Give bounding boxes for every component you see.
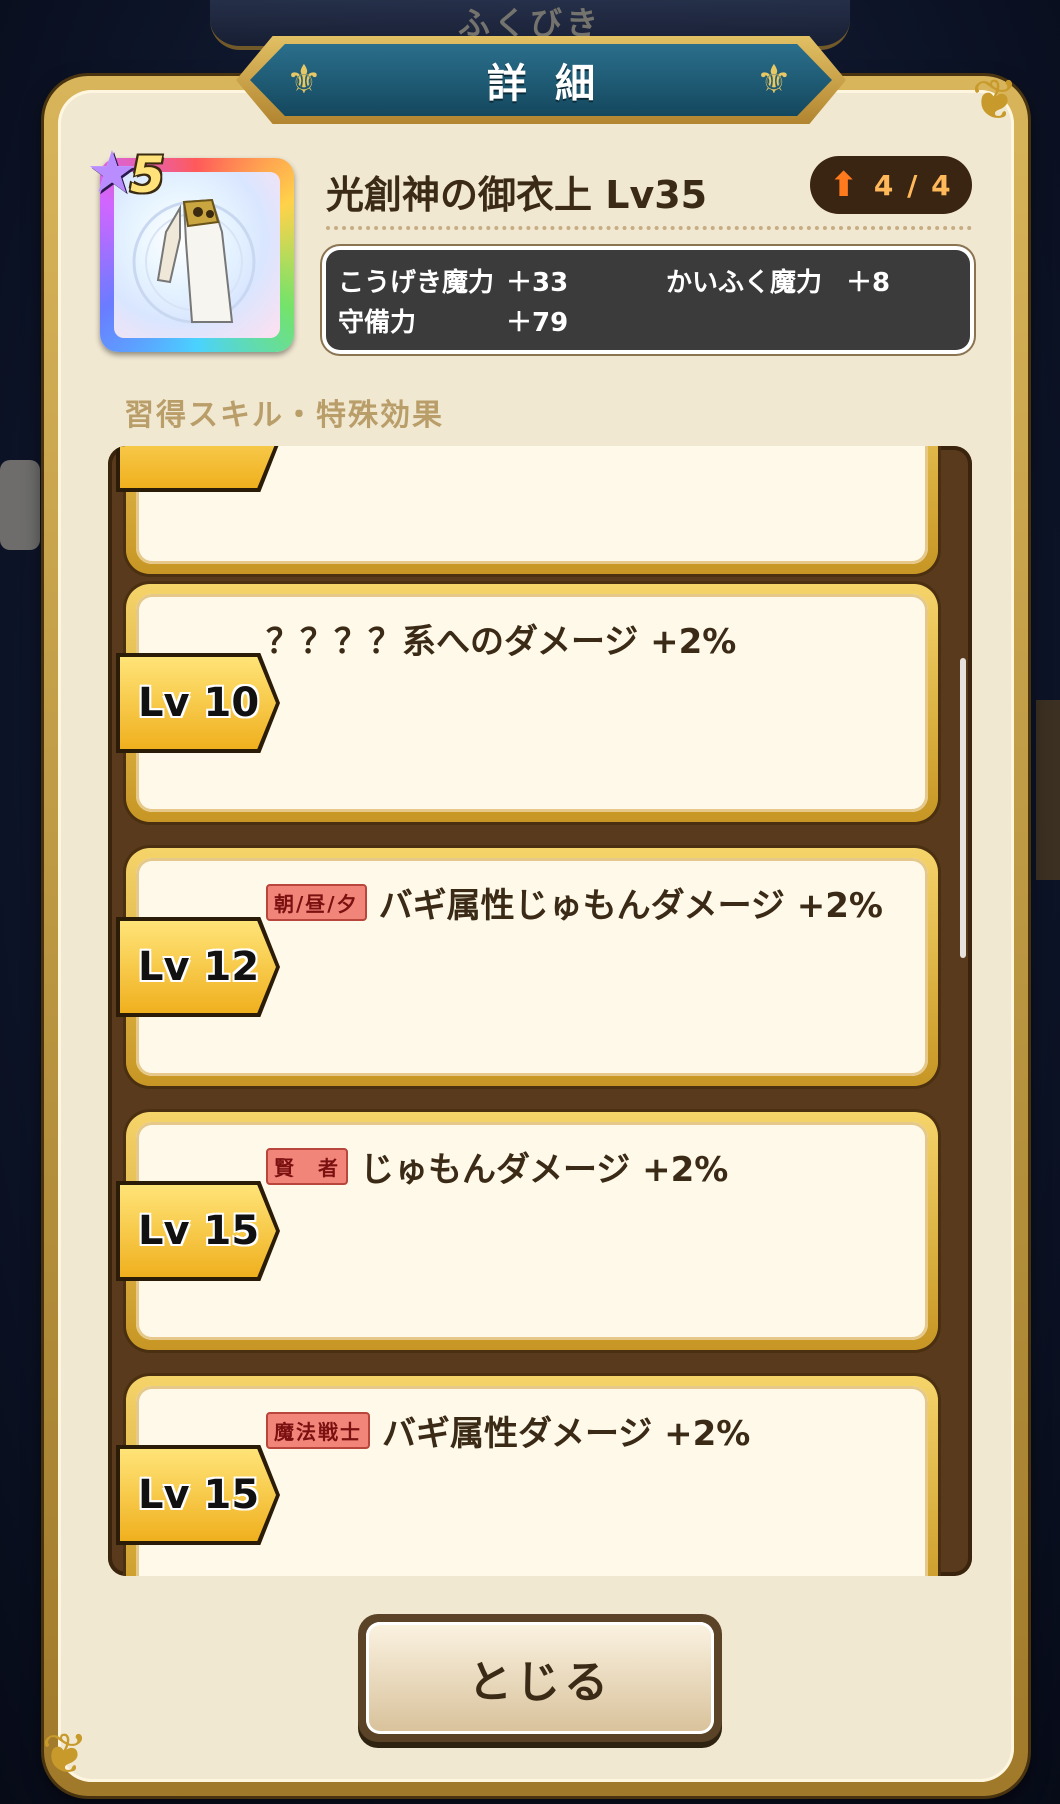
rank-badge: ⬆ 4 / 4	[810, 156, 972, 214]
job-tag: 魔法戦士	[266, 1412, 370, 1449]
job-tag: 朝/昼/夕	[266, 884, 367, 921]
skill-card: 賢 者 じゅもんダメージ +2% Lv 15	[116, 1112, 938, 1350]
level-badge: Lv 15	[120, 1185, 276, 1277]
scrollbar[interactable]	[960, 658, 966, 958]
level-label: Lv 12	[138, 944, 260, 990]
stat-label: こうげき魔力	[338, 268, 495, 298]
level-label: Lv 15	[138, 1472, 260, 1518]
upgrade-arrow-icon: ⬆	[829, 165, 858, 205]
dialog-title: 詳細	[487, 61, 623, 107]
level-badge: Lv 12	[120, 921, 276, 1013]
fleur-de-lis-icon: ⚜	[286, 57, 322, 103]
skill-effect-text: じゅもんダメージ +2%	[360, 1150, 729, 1190]
skill-list[interactable]: ？？？？系へのダメージ +2% Lv 10 朝/昼/夕 バギ属性じゅもんダメージ…	[108, 446, 972, 1576]
background-side-panel-right	[1036, 700, 1060, 880]
level-label: Lv 10	[138, 680, 260, 726]
rank-text: 4 / 4	[873, 168, 953, 202]
skill-card: 朝/昼/夕 バギ属性じゅもんダメージ +2% Lv 12	[116, 848, 938, 1086]
level-badge: Lv 15	[120, 1449, 276, 1541]
level-label: Lv 15	[138, 1208, 260, 1254]
skill-card-partial	[116, 446, 938, 574]
divider	[326, 226, 972, 230]
header-bar: 詳細	[250, 44, 832, 116]
skill-effect-text: ？？？？系へのダメージ +2%	[266, 622, 737, 662]
skill-effect-text: バギ属性じゅもんダメージ +2%	[378, 886, 883, 926]
stat-label: 守備力	[338, 308, 417, 338]
corner-ornament-icon: ❦	[971, 68, 1019, 133]
stat-value: ＋33	[506, 268, 569, 298]
stats-box: こうげき魔力 ＋33 かいふく魔力 ＋8 守備力 ＋79	[326, 250, 970, 350]
corner-ornament-icon: ❦	[41, 1722, 89, 1787]
skill-card: 魔法戦士 バギ属性ダメージ +2% Lv 15	[116, 1376, 938, 1576]
rarity-count: 5	[130, 146, 165, 204]
stat-value: ＋79	[506, 308, 569, 338]
close-button-label: とじる	[468, 1657, 612, 1708]
level-badge	[120, 446, 276, 488]
background-side-panel-left	[0, 460, 40, 550]
item-name: 光創神の御衣上 Lv35	[326, 173, 708, 217]
stat-label: かいふく魔力	[666, 268, 823, 298]
close-button[interactable]: とじる	[358, 1614, 722, 1742]
stat-value: ＋8	[846, 268, 891, 298]
fleur-de-lis-icon: ⚜	[756, 57, 792, 103]
level-badge: Lv 10	[120, 657, 276, 749]
skill-effect-text: バギ属性ダメージ +2%	[382, 1414, 751, 1454]
job-tag: 賢 者	[266, 1148, 348, 1185]
section-label: 習得スキル・特殊効果	[124, 398, 444, 433]
skill-card: ？？？？系へのダメージ +2% Lv 10	[116, 584, 938, 822]
